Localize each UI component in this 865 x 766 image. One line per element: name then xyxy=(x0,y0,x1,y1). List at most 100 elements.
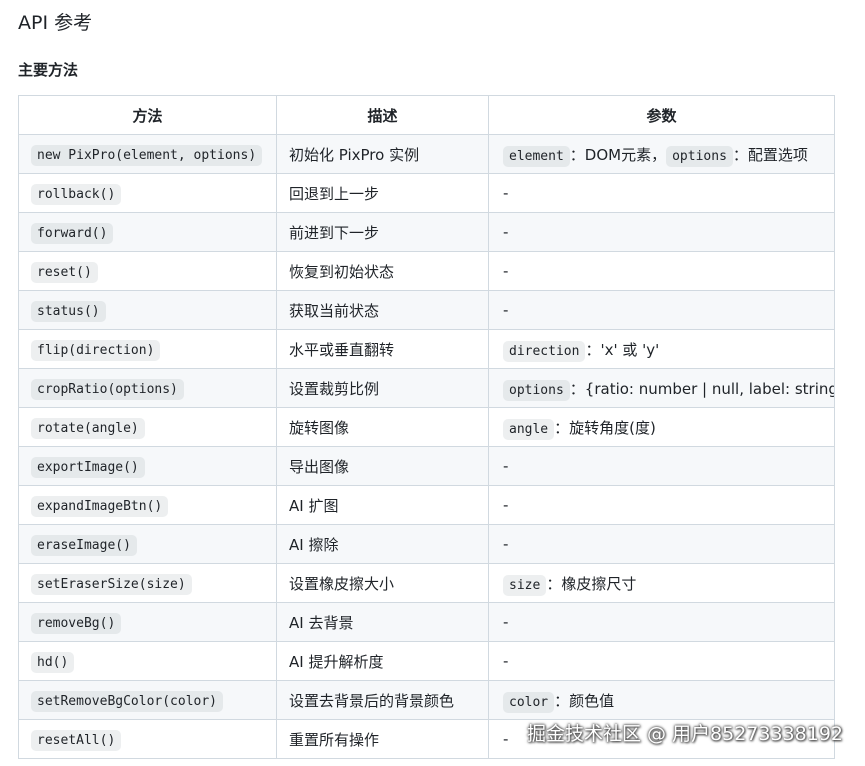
params-cell: size ：橡皮擦尺寸 xyxy=(488,563,835,603)
param-code: color xyxy=(503,691,555,713)
param-text: - xyxy=(503,730,509,748)
method-code: status() xyxy=(31,301,106,322)
table-row: expandImageBtn() AI 扩图 - xyxy=(18,485,835,525)
param-text: ：橡皮擦尺寸 xyxy=(546,574,637,593)
method-code: hd() xyxy=(31,652,75,673)
table-row: rollback() 回退到上一步 - xyxy=(18,173,835,213)
params-cell: - xyxy=(488,602,835,642)
description-cell: AI 扩图 xyxy=(276,485,489,525)
method-code: setRemoveBgColor(color) xyxy=(31,691,224,712)
table-row: flip(direction) 水平或垂直翻转 direction ：'x' 或 'y… xyxy=(18,329,835,369)
table-body: new PixPro(element, options) 初始化 PixPro 实… xyxy=(18,134,835,759)
param-code: options xyxy=(503,379,570,401)
table-row: new PixPro(element, options) 初始化 PixPro 实… xyxy=(18,134,835,174)
method-code: rollback() xyxy=(31,184,122,205)
param-text: - xyxy=(503,262,509,280)
description-cell: 水平或垂直翻转 xyxy=(276,329,489,369)
method-cell: rotate(angle) xyxy=(18,407,277,447)
description-cell: 设置橡皮擦大小 xyxy=(276,563,489,603)
description-cell: 前进到下一步 xyxy=(276,212,489,252)
watermark: 掘金技术社区 @ 用户85273338192 xyxy=(526,723,843,745)
param-text: ：DOM元素， xyxy=(569,145,667,164)
param-text: ：旋转角度(度) xyxy=(554,418,656,437)
table-row: exportImage() 导出图像 - xyxy=(18,446,835,486)
param-code: options xyxy=(666,145,733,167)
method-cell: hd() xyxy=(18,641,277,681)
description-cell: 初始化 PixPro 实例 xyxy=(276,134,489,174)
params-cell: direction ：'x' 或 'y' xyxy=(488,329,835,369)
method-cell: flip(direction) xyxy=(18,329,277,369)
method-code: resetAll() xyxy=(31,730,122,751)
params-cell: - xyxy=(488,485,835,525)
description-cell: AI 提升解析度 xyxy=(276,641,489,681)
method-code: flip(direction) xyxy=(31,340,161,361)
header-description: 描述 xyxy=(276,95,489,135)
api-table: 方法 描述 参数 new PixPro(element, options) 初始化… xyxy=(18,95,835,759)
description-cell: 重置所有操作 xyxy=(276,719,489,759)
params-cell: - xyxy=(488,212,835,252)
method-code: removeBg() xyxy=(31,613,122,634)
method-code: setEraserSize(size) xyxy=(31,574,192,595)
table-row: cropRatio(options) 设置裁剪比例 options ：{ratio: … xyxy=(18,368,835,408)
param-text: ：配置选项 xyxy=(732,145,808,164)
description-cell: AI 去背景 xyxy=(276,602,489,642)
param-code: element xyxy=(503,145,570,167)
header-params: 参数 xyxy=(488,95,835,135)
param-text: - xyxy=(503,184,509,202)
method-cell: setRemoveBgColor(color) xyxy=(18,680,277,720)
params-cell: element ：DOM元素， options ：配置选项 xyxy=(488,134,835,174)
param-code: size xyxy=(503,574,547,596)
param-text: - xyxy=(503,613,509,631)
page-title: API 参考 xyxy=(18,12,93,34)
table-row: removeBg() AI 去背景 - xyxy=(18,602,835,642)
method-cell: forward() xyxy=(18,212,277,252)
method-code: rotate(angle) xyxy=(31,418,145,439)
param-text: - xyxy=(503,496,509,514)
table-row: status() 获取当前状态 - xyxy=(18,290,835,330)
description-cell: 导出图像 xyxy=(276,446,489,486)
header-method: 方法 xyxy=(18,95,277,135)
params-cell: - xyxy=(488,446,835,486)
table-row: rotate(angle) 旋转图像 angle ：旋转角度(度) xyxy=(18,407,835,447)
description-cell: 旋转图像 xyxy=(276,407,489,447)
param-code: angle xyxy=(503,418,555,440)
method-code: new PixPro(element, options) xyxy=(31,145,263,166)
description-cell: 获取当前状态 xyxy=(276,290,489,330)
description-cell: 恢复到初始状态 xyxy=(276,251,489,291)
params-cell: - xyxy=(488,524,835,564)
params-cell: options ：{ratio: number | null, label: st… xyxy=(488,368,835,408)
method-cell: cropRatio(options) xyxy=(18,368,277,408)
method-cell: status() xyxy=(18,290,277,330)
method-cell: new PixPro(element, options) xyxy=(18,134,277,174)
section-title: 主要方法 xyxy=(18,61,79,79)
param-text: ：{ratio: number | null, label: string} xyxy=(569,379,835,398)
params-cell: - xyxy=(488,641,835,681)
method-code: exportImage() xyxy=(31,457,145,478)
method-code: reset() xyxy=(31,262,98,283)
params-cell: - xyxy=(488,251,835,291)
param-text: ：颜色值 xyxy=(554,691,615,710)
method-cell: resetAll() xyxy=(18,719,277,759)
table-row: hd() AI 提升解析度 - xyxy=(18,641,835,681)
param-text: - xyxy=(503,301,509,319)
params-cell: - xyxy=(488,173,835,213)
param-text: - xyxy=(503,457,509,475)
table-row: setEraserSize(size) 设置橡皮擦大小 size ：橡皮擦尺寸 xyxy=(18,563,835,603)
table-row: eraseImage() AI 擦除 - xyxy=(18,524,835,564)
param-text: ：'x' 或 'y' xyxy=(585,340,660,359)
description-cell: AI 擦除 xyxy=(276,524,489,564)
table-row: forward() 前进到下一步 - xyxy=(18,212,835,252)
method-cell: setEraserSize(size) xyxy=(18,563,277,603)
method-cell: expandImageBtn() xyxy=(18,485,277,525)
method-code: cropRatio(options) xyxy=(31,379,184,400)
param-text: - xyxy=(503,223,509,241)
method-cell: eraseImage() xyxy=(18,524,277,564)
table-header-row: 方法 描述 参数 xyxy=(18,95,835,135)
param-code: direction xyxy=(503,340,586,362)
param-text: - xyxy=(503,535,509,553)
method-cell: removeBg() xyxy=(18,602,277,642)
method-cell: rollback() xyxy=(18,173,277,213)
method-cell: reset() xyxy=(18,251,277,291)
params-cell: angle ：旋转角度(度) xyxy=(488,407,835,447)
description-cell: 设置裁剪比例 xyxy=(276,368,489,408)
